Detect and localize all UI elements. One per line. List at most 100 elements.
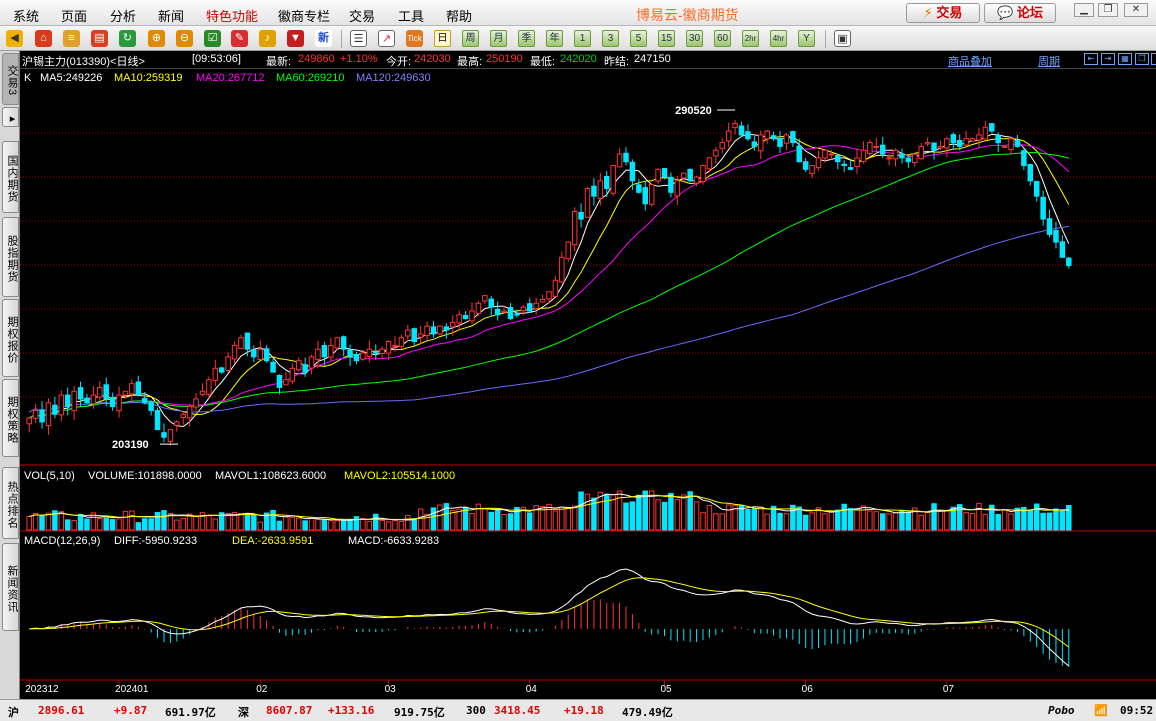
volume-bar — [661, 501, 668, 531]
period-week[interactable]: 周 — [462, 30, 479, 47]
volume-bar — [315, 519, 321, 531]
news-icon[interactable]: ▤ — [91, 30, 108, 47]
tab-option-strategy[interactable]: 期权策略 — [2, 379, 19, 457]
candle-body — [944, 138, 950, 149]
checkbox-icon[interactable]: ☑ — [204, 30, 221, 47]
home-icon[interactable]: ⌂ — [35, 30, 52, 47]
candle-body — [527, 303, 533, 312]
legend-k: K — [24, 72, 32, 84]
trade-button[interactable]: ⚡ 交易 — [906, 3, 980, 23]
candle-body — [879, 144, 886, 155]
chart-line-icon[interactable]: ↗ — [378, 30, 395, 47]
tab-expand-arrow[interactable]: ▸ — [2, 107, 19, 127]
candle-body — [918, 145, 924, 160]
volume-bar — [251, 514, 257, 531]
restore-icon[interactable]: ❐ — [1098, 3, 1118, 17]
volume-bar — [71, 520, 77, 531]
period-day[interactable]: 日 — [434, 30, 451, 47]
chat-icon: 💬 — [997, 5, 1014, 20]
kline-chart-area[interactable]: 202312 202401 02 03 04 05 06 07 290520 203190 K … — [20, 69, 1156, 699]
commodity-overlay-link[interactable]: 商品叠加 — [948, 53, 992, 69]
panel-close-icon[interactable]: ✕ — [1151, 53, 1156, 65]
volume-bar — [206, 515, 212, 531]
back-icon[interactable]: ◀ — [6, 30, 23, 47]
candle-body — [732, 122, 738, 129]
volume-bar — [501, 513, 507, 531]
trade-button-label: 交易 — [936, 5, 963, 20]
tab-domestic-futures[interactable]: 国内期货 — [2, 141, 19, 213]
candle-body — [963, 138, 969, 146]
grid-icon[interactable]: ▦ — [1118, 53, 1132, 65]
new-icon[interactable]: 新 — [315, 30, 332, 47]
period-link[interactable]: 周期 — [1038, 53, 1060, 69]
menu-tools[interactable]: 工具 — [398, 6, 424, 25]
period-1min[interactable]: 1 — [574, 30, 591, 47]
menu-analysis[interactable]: 分析 — [110, 6, 136, 25]
quote-info-bar: 沪锡主力(013390)<日线> [09:53:06] 最新: 249860 +… — [20, 51, 1156, 69]
candle-body — [315, 348, 321, 360]
window-icon[interactable]: ▣ — [834, 30, 851, 47]
period-quarter[interactable]: 季 — [518, 30, 535, 47]
period-4hr[interactable]: 4hr — [770, 30, 787, 47]
bell-icon[interactable]: ♪ — [259, 30, 276, 47]
tab-hot-ranking[interactable]: 热点排名 — [2, 467, 19, 539]
period-5min[interactable]: 5 — [630, 30, 647, 47]
menu-huishang-column[interactable]: 徽商专栏 — [278, 6, 330, 25]
tab-index-futures[interactable]: 股指期货 — [2, 217, 19, 297]
candle-body — [655, 168, 661, 182]
period-3min[interactable]: 3 — [602, 30, 619, 47]
x-axis-label: 07 — [943, 684, 955, 695]
tab-news-info[interactable]: 新闻资讯 — [2, 543, 19, 631]
x-axis-label: 202401 — [115, 684, 149, 695]
volume-bar — [469, 513, 475, 531]
candle-body — [642, 187, 649, 205]
menu-help[interactable]: 帮助 — [446, 6, 472, 25]
period-15min[interactable]: 15 — [658, 30, 675, 47]
menu-system[interactable]: 系统 — [13, 6, 39, 25]
period-60min[interactable]: 60 — [714, 30, 731, 47]
shrink-left-icon[interactable]: ⇤ — [1084, 53, 1098, 65]
tick-icon[interactable]: Tick — [406, 30, 423, 47]
prev-settle-label: 昨结: — [604, 56, 630, 68]
menu-special-features[interactable]: 特色功能 — [206, 6, 258, 25]
list-icon[interactable]: ☰ — [350, 30, 367, 47]
refresh-icon[interactable]: ↻ — [119, 30, 136, 47]
candle-body — [1046, 218, 1053, 235]
forum-button[interactable]: 💬 论坛 — [984, 3, 1056, 23]
zoom-out-icon[interactable]: ⊖ — [176, 30, 193, 47]
candle-body — [218, 367, 225, 373]
candle-body — [738, 125, 745, 136]
volume-bar — [64, 519, 71, 531]
pen-icon[interactable]: ✎ — [231, 30, 248, 47]
candle-body — [206, 379, 212, 395]
volume-bar — [713, 513, 719, 531]
period-custom[interactable]: Y — [798, 30, 815, 47]
copy-icon[interactable]: ❐ — [1135, 53, 1149, 65]
candle-body — [584, 187, 591, 218]
menu-page[interactable]: 页面 — [61, 6, 87, 25]
zoom-in-icon[interactable]: ⊕ — [148, 30, 165, 47]
toolbar-separator — [341, 30, 342, 48]
database-icon[interactable]: ≡ — [63, 30, 80, 47]
period-year[interactable]: 年 — [546, 30, 563, 47]
menu-trade[interactable]: 交易 — [349, 6, 375, 25]
volume-bar — [879, 513, 886, 531]
candle-body — [482, 295, 488, 302]
filter-icon[interactable]: ▼ — [287, 30, 304, 47]
expand-right-icon[interactable]: ⇥ — [1101, 53, 1115, 65]
tab-option-quotes[interactable]: 期权报价 — [2, 299, 19, 377]
volume-bar — [334, 520, 340, 531]
menu-news[interactable]: 新闻 — [158, 6, 184, 25]
candle-body — [360, 352, 366, 360]
period-2hr[interactable]: 2hr — [742, 30, 759, 47]
close-icon[interactable]: ✕ — [1124, 3, 1148, 17]
tab-trade[interactable]: 交易3 — [2, 53, 19, 105]
period-30min[interactable]: 30 — [686, 30, 703, 47]
minimize-icon[interactable]: ▁ — [1074, 3, 1094, 17]
period-month[interactable]: 月 — [490, 30, 507, 47]
sh-index: 2896.61 — [38, 704, 85, 717]
candle-body — [199, 390, 206, 396]
volume-bar — [392, 520, 398, 531]
volume-bar — [706, 505, 713, 531]
volume-bar — [154, 511, 161, 531]
